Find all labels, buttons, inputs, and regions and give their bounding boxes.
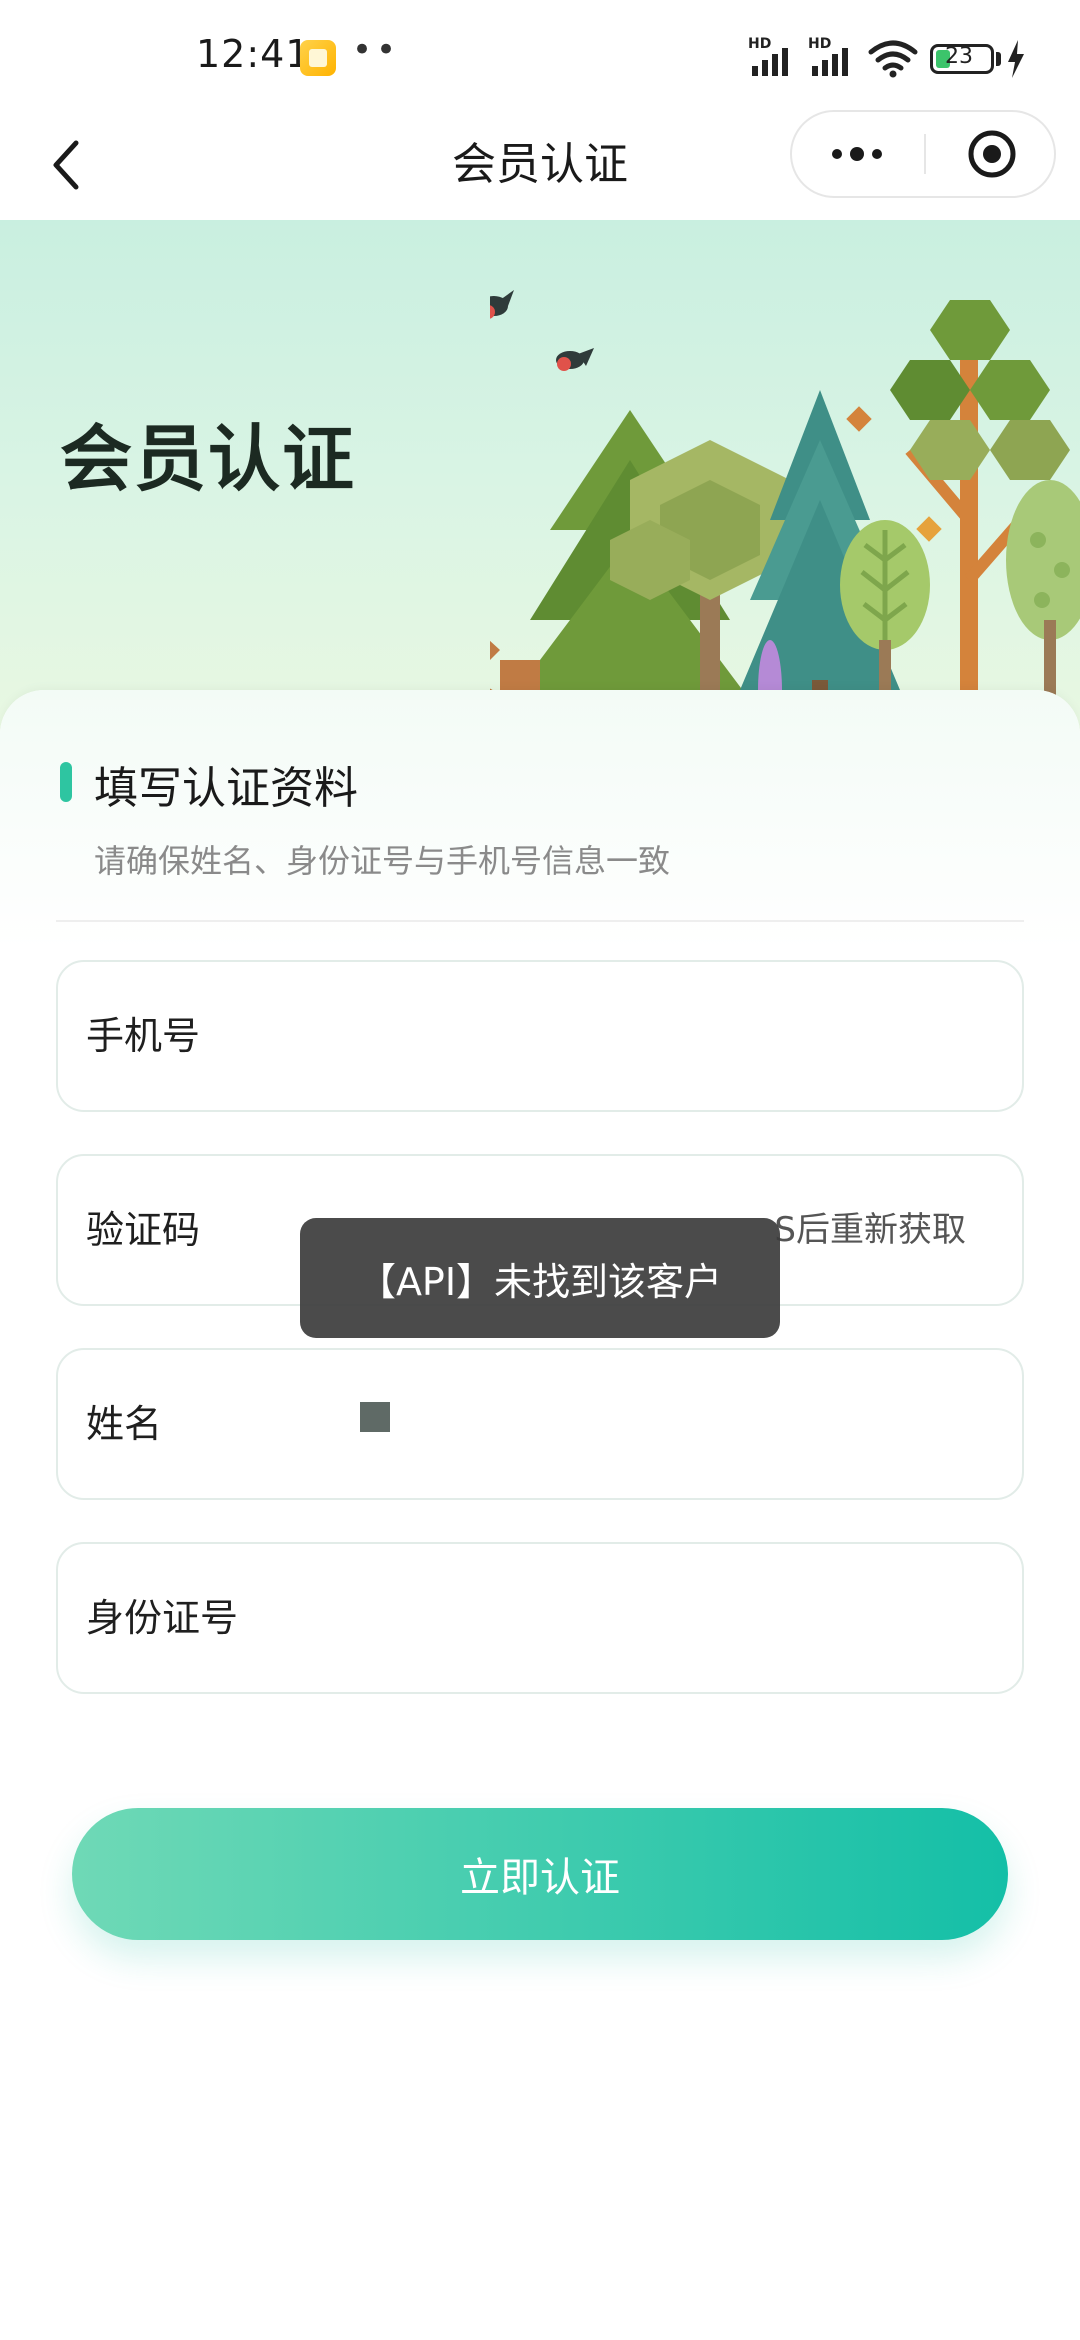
signal-icon: HD (808, 36, 860, 76)
id-number-input[interactable] (298, 1544, 738, 1692)
hero-banner: 会员认证 (0, 220, 1080, 740)
section-hint: 请确保姓名、身份证号与手机号信息一致 (94, 842, 671, 880)
phone-label: 手机号 (86, 1014, 201, 1058)
hero-title: 会员认证 (60, 417, 357, 501)
section-divider (56, 920, 1024, 922)
error-toast: 【API】未找到该客户 (300, 1218, 780, 1338)
bird-icon (556, 348, 594, 371)
resend-code-button[interactable]: S后重新获取 (774, 1156, 966, 1304)
target-close-icon (968, 130, 1016, 178)
status-bar: 12:41 •• HD HD 23 (0, 0, 1080, 110)
wifi-icon (868, 40, 918, 78)
charging-icon (1008, 40, 1024, 78)
forest-illustration (490, 290, 1080, 740)
capsule-divider (924, 134, 926, 174)
id-number-field[interactable]: 身份证号 (56, 1542, 1024, 1694)
status-time: 12:41 (196, 32, 311, 76)
notes-app-icon (300, 40, 336, 76)
battery-level: 23 (945, 44, 973, 69)
battery-icon: 23 (930, 44, 994, 74)
submit-verification-button[interactable]: 立即认证 (72, 1808, 1008, 1940)
close-button[interactable] (928, 112, 1056, 196)
section-accent-bar (60, 762, 72, 802)
bird-icon (490, 290, 514, 319)
redacted-value (360, 1402, 390, 1432)
phone-field[interactable]: 手机号 (56, 960, 1024, 1112)
id-number-label: 身份证号 (86, 1596, 239, 1640)
more-button[interactable] (792, 112, 922, 196)
status-dots: •• (352, 30, 401, 70)
nav-bar: 会员认证 (0, 110, 1080, 220)
section-title: 填写认证资料 (94, 763, 358, 814)
mini-program-capsule (790, 110, 1056, 198)
more-dots-icon (832, 147, 882, 161)
signal-icon: HD (748, 36, 800, 76)
phone-input[interactable] (298, 962, 738, 1110)
verification-code-label: 验证码 (86, 1208, 201, 1252)
name-field[interactable]: 姓名 (56, 1348, 1024, 1500)
name-label: 姓名 (86, 1402, 163, 1446)
verification-form-card: 填写认证资料 请确保姓名、身份证号与手机号信息一致 手机号 验证码 S后重新获取… (0, 690, 1080, 2340)
